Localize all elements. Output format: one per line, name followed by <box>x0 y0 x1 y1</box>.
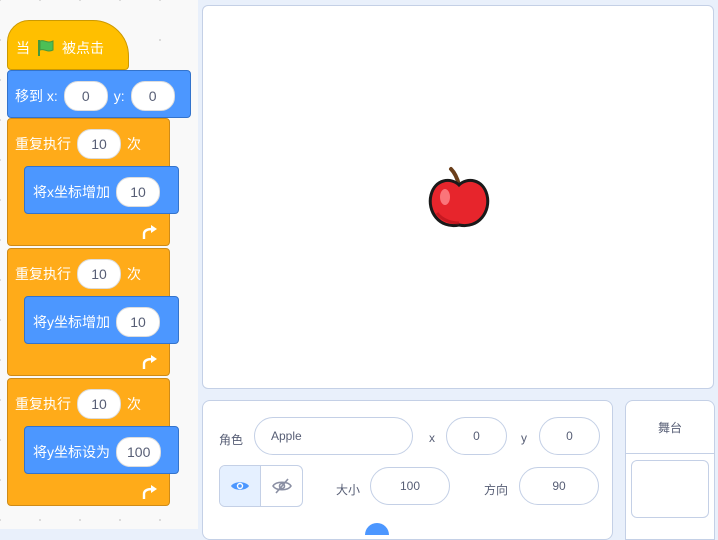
repeat-label: 重复执行 <box>15 396 71 412</box>
direction-field[interactable]: 90 <box>519 467 599 505</box>
change-x-block[interactable]: 将x坐标增加 10 <box>24 166 179 214</box>
stage-selector-panel[interactable]: 舞台 <box>625 400 715 540</box>
change-y-block[interactable]: 将y坐标增加 10 <box>24 296 179 344</box>
set-y-label: 将y坐标设为 <box>33 444 110 460</box>
change-y-label: 将y坐标增加 <box>33 314 110 330</box>
repeat-count-input[interactable]: 10 <box>77 259 121 289</box>
stage-canvas[interactable] <box>202 5 714 389</box>
apple-sprite[interactable] <box>423 163 495 235</box>
loop-arrow-icon <box>142 225 157 239</box>
change-x-label: 将x坐标增加 <box>33 184 110 200</box>
repeat-label: 重复执行 <box>15 136 71 152</box>
sprite-list-handle[interactable] <box>365 523 389 535</box>
show-button[interactable] <box>220 466 262 506</box>
set-y-block[interactable]: 将y坐标设为 100 <box>24 426 179 474</box>
loop-arrow-icon <box>142 355 157 369</box>
loop-arrow-icon <box>142 485 157 499</box>
repeat-block[interactable]: 重复执行 10 次 将y坐标增加 10 <box>7 248 179 376</box>
change-y-input[interactable]: 10 <box>116 307 160 337</box>
repeat-block[interactable]: 重复执行 10 次 将x坐标增加 10 <box>7 118 179 246</box>
sprite-info-panel: 角色 Apple x 0 y 0 大小 100 方向 90 <box>202 400 613 540</box>
eye-icon <box>231 482 249 490</box>
repeat-suffix: 次 <box>127 266 141 282</box>
x-field[interactable]: 0 <box>446 417 507 455</box>
repeat-suffix: 次 <box>127 396 141 412</box>
clicked-label: 被点击 <box>62 40 104 56</box>
goto-label: 移到 x: <box>15 88 58 104</box>
y-value: 0 <box>566 429 573 443</box>
x-value: 0 <box>473 429 480 443</box>
y-label: y <box>521 431 527 445</box>
size-value: 100 <box>399 479 421 493</box>
goto-y-label: y: <box>113 88 125 104</box>
stage-thumbnail[interactable] <box>631 460 709 518</box>
size-field[interactable]: 100 <box>370 467 450 505</box>
size-label: 大小 <box>336 483 361 497</box>
goto-y-input[interactable]: 0 <box>130 81 175 111</box>
when-flag-clicked-block[interactable]: 当 被点击 <box>7 20 129 70</box>
hide-button[interactable] <box>261 466 302 506</box>
goto-xy-block[interactable]: 移到 x: 0 y: 0 <box>7 70 191 118</box>
repeat-count-input[interactable]: 10 <box>77 129 121 159</box>
repeat-suffix: 次 <box>127 136 141 152</box>
direction-value: 90 <box>552 479 566 493</box>
change-x-input[interactable]: 10 <box>116 177 160 207</box>
green-flag-icon <box>38 40 54 56</box>
repeat-block[interactable]: 重复执行 10 次 将y坐标设为 100 <box>7 378 179 506</box>
visibility-toggle <box>219 465 303 507</box>
when-label: 当 <box>16 40 30 56</box>
eye-slash-icon <box>271 478 292 494</box>
sprite-label: 角色 <box>219 433 244 447</box>
stage-title: 舞台 <box>626 401 714 454</box>
y-field[interactable]: 0 <box>539 417 600 455</box>
sprite-name-field[interactable]: Apple <box>254 417 413 455</box>
sprite-name-value: Apple <box>271 429 302 443</box>
repeat-label: 重复执行 <box>15 266 71 282</box>
direction-label: 方向 <box>484 483 509 497</box>
set-y-input[interactable]: 100 <box>116 437 162 467</box>
repeat-count-input[interactable]: 10 <box>77 389 121 419</box>
goto-x-input[interactable]: 0 <box>63 81 108 111</box>
x-label: x <box>429 431 435 445</box>
code-area[interactable]: 当 被点击 移到 x: 0 y: 0 重复执行 10 次 将x坐标增加 10 重… <box>0 0 198 529</box>
